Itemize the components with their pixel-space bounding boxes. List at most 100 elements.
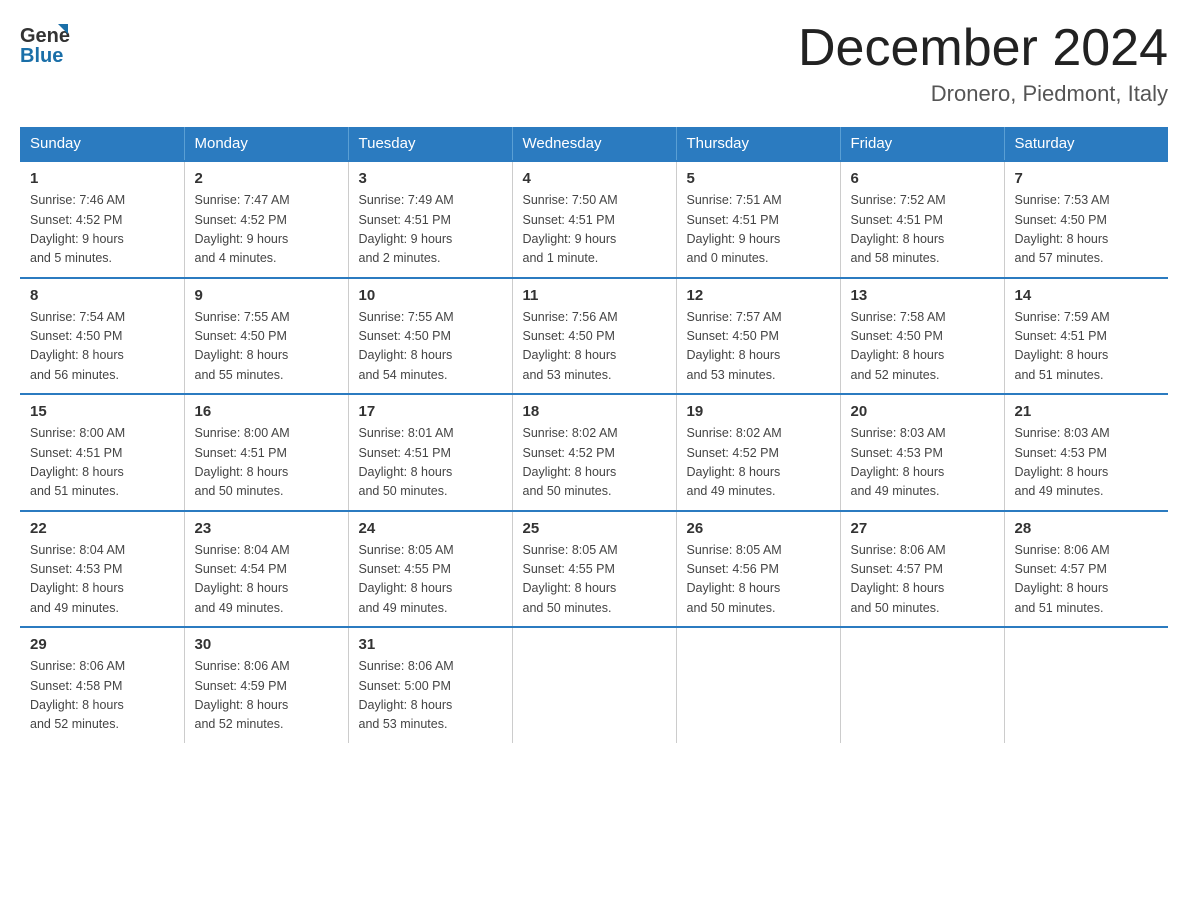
day-info: Sunrise: 8:06 AMSunset: 4:57 PMDaylight:… bbox=[1015, 541, 1159, 619]
day-number: 22 bbox=[30, 520, 174, 537]
day-info: Sunrise: 8:02 AMSunset: 4:52 PMDaylight:… bbox=[687, 424, 830, 502]
page-header: General Blue December 2024 Dronero, Pied… bbox=[20, 20, 1168, 107]
day-number: 27 bbox=[851, 520, 994, 537]
day-number: 7 bbox=[1015, 170, 1159, 187]
day-info: Sunrise: 7:53 AMSunset: 4:50 PMDaylight:… bbox=[1015, 191, 1159, 269]
day-info: Sunrise: 7:49 AMSunset: 4:51 PMDaylight:… bbox=[359, 191, 502, 269]
day-info: Sunrise: 8:02 AMSunset: 4:52 PMDaylight:… bbox=[523, 424, 666, 502]
calendar-cell: 5 Sunrise: 7:51 AMSunset: 4:51 PMDaylight… bbox=[676, 161, 840, 278]
calendar-cell: 13Sunrise: 7:58 AMSunset: 4:50 PMDayligh… bbox=[840, 278, 1004, 395]
calendar-body: 1 Sunrise: 7:46 AMSunset: 4:52 PMDaylight… bbox=[20, 161, 1168, 743]
day-number: 11 bbox=[523, 287, 666, 304]
calendar-cell: 30 Sunrise: 8:06 AMSunset: 4:59 PMDayligh… bbox=[184, 627, 348, 743]
day-info: Sunrise: 7:52 AMSunset: 4:51 PMDaylight:… bbox=[851, 191, 994, 269]
day-number: 25 bbox=[523, 520, 666, 537]
calendar-cell bbox=[512, 627, 676, 743]
day-number: 30 bbox=[195, 636, 338, 653]
calendar-cell: 25 Sunrise: 8:05 AMSunset: 4:55 PMDayligh… bbox=[512, 511, 676, 628]
weekday-header: Tuesday bbox=[348, 127, 512, 161]
day-info: Sunrise: 8:04 AMSunset: 4:54 PMDaylight:… bbox=[195, 541, 338, 619]
calendar-cell: 21Sunrise: 8:03 AMSunset: 4:53 PMDayligh… bbox=[1004, 394, 1168, 511]
calendar-cell: 8 Sunrise: 7:54 AMSunset: 4:50 PMDaylight… bbox=[20, 278, 184, 395]
day-info: Sunrise: 8:06 AMSunset: 4:59 PMDaylight:… bbox=[195, 657, 338, 735]
day-number: 31 bbox=[359, 636, 502, 653]
day-info: Sunrise: 7:50 AMSunset: 4:51 PMDaylight:… bbox=[523, 191, 666, 269]
calendar-cell: 12 Sunrise: 7:57 AMSunset: 4:50 PMDayligh… bbox=[676, 278, 840, 395]
day-number: 21 bbox=[1015, 403, 1159, 420]
calendar-week-row: 8 Sunrise: 7:54 AMSunset: 4:50 PMDaylight… bbox=[20, 278, 1168, 395]
calendar-cell: 23Sunrise: 8:04 AMSunset: 4:54 PMDayligh… bbox=[184, 511, 348, 628]
calendar-cell: 16 Sunrise: 8:00 AMSunset: 4:51 PMDayligh… bbox=[184, 394, 348, 511]
calendar-cell: 2Sunrise: 7:47 AMSunset: 4:52 PMDaylight… bbox=[184, 161, 348, 278]
calendar-cell: 17 Sunrise: 8:01 AMSunset: 4:51 PMDayligh… bbox=[348, 394, 512, 511]
calendar-cell: 1 Sunrise: 7:46 AMSunset: 4:52 PMDaylight… bbox=[20, 161, 184, 278]
calendar-cell: 3Sunrise: 7:49 AMSunset: 4:51 PMDaylight… bbox=[348, 161, 512, 278]
day-number: 6 bbox=[851, 170, 994, 187]
day-number: 18 bbox=[523, 403, 666, 420]
day-info: Sunrise: 8:05 AMSunset: 4:56 PMDaylight:… bbox=[687, 541, 830, 619]
weekday-header: Monday bbox=[184, 127, 348, 161]
day-info: Sunrise: 7:54 AMSunset: 4:50 PMDaylight:… bbox=[30, 308, 174, 386]
day-info: Sunrise: 8:00 AMSunset: 4:51 PMDaylight:… bbox=[195, 424, 338, 502]
calendar-week-row: 15 Sunrise: 8:00 AMSunset: 4:51 PMDayligh… bbox=[20, 394, 1168, 511]
day-number: 2 bbox=[195, 170, 338, 187]
calendar-week-row: 29 Sunrise: 8:06 AMSunset: 4:58 PMDayligh… bbox=[20, 627, 1168, 743]
day-info: Sunrise: 8:04 AMSunset: 4:53 PMDaylight:… bbox=[30, 541, 174, 619]
calendar-cell: 14 Sunrise: 7:59 AMSunset: 4:51 PMDayligh… bbox=[1004, 278, 1168, 395]
day-info: Sunrise: 8:05 AMSunset: 4:55 PMDaylight:… bbox=[523, 541, 666, 619]
calendar-cell: 27 Sunrise: 8:06 AMSunset: 4:57 PMDayligh… bbox=[840, 511, 1004, 628]
weekday-header: Friday bbox=[840, 127, 1004, 161]
day-info: Sunrise: 7:55 AMSunset: 4:50 PMDaylight:… bbox=[195, 308, 338, 386]
day-info: Sunrise: 7:46 AMSunset: 4:52 PMDaylight:… bbox=[30, 191, 174, 269]
day-info: Sunrise: 7:57 AMSunset: 4:50 PMDaylight:… bbox=[687, 308, 830, 386]
calendar-cell: 28Sunrise: 8:06 AMSunset: 4:57 PMDayligh… bbox=[1004, 511, 1168, 628]
weekday-header: Saturday bbox=[1004, 127, 1168, 161]
day-info: Sunrise: 8:06 AMSunset: 5:00 PMDaylight:… bbox=[359, 657, 502, 735]
calendar-cell: 7 Sunrise: 7:53 AMSunset: 4:50 PMDaylight… bbox=[1004, 161, 1168, 278]
day-number: 1 bbox=[30, 170, 174, 187]
calendar-cell: 10Sunrise: 7:55 AMSunset: 4:50 PMDayligh… bbox=[348, 278, 512, 395]
day-info: Sunrise: 8:06 AMSunset: 4:57 PMDaylight:… bbox=[851, 541, 994, 619]
day-info: Sunrise: 7:59 AMSunset: 4:51 PMDaylight:… bbox=[1015, 308, 1159, 386]
logo: General Blue bbox=[20, 20, 70, 65]
day-info: Sunrise: 7:58 AMSunset: 4:50 PMDaylight:… bbox=[851, 308, 994, 386]
day-number: 8 bbox=[30, 287, 174, 304]
calendar-cell: 31 Sunrise: 8:06 AMSunset: 5:00 PMDayligh… bbox=[348, 627, 512, 743]
day-info: Sunrise: 8:01 AMSunset: 4:51 PMDaylight:… bbox=[359, 424, 502, 502]
calendar-cell bbox=[840, 627, 1004, 743]
calendar-cell: 6 Sunrise: 7:52 AMSunset: 4:51 PMDaylight… bbox=[840, 161, 1004, 278]
weekday-header: Thursday bbox=[676, 127, 840, 161]
day-number: 4 bbox=[523, 170, 666, 187]
day-number: 16 bbox=[195, 403, 338, 420]
day-number: 17 bbox=[359, 403, 502, 420]
calendar-cell: 4 Sunrise: 7:50 AMSunset: 4:51 PMDaylight… bbox=[512, 161, 676, 278]
page-subtitle: Dronero, Piedmont, Italy bbox=[798, 81, 1168, 107]
title-block: December 2024 Dronero, Piedmont, Italy bbox=[798, 20, 1168, 107]
day-number: 15 bbox=[30, 403, 174, 420]
day-number: 19 bbox=[687, 403, 830, 420]
calendar-week-row: 1 Sunrise: 7:46 AMSunset: 4:52 PMDaylight… bbox=[20, 161, 1168, 278]
weekday-header: Sunday bbox=[20, 127, 184, 161]
day-info: Sunrise: 8:03 AMSunset: 4:53 PMDaylight:… bbox=[851, 424, 994, 502]
page-title: December 2024 bbox=[798, 20, 1168, 77]
calendar-header: SundayMondayTuesdayWednesdayThursdayFrid… bbox=[20, 127, 1168, 161]
day-number: 12 bbox=[687, 287, 830, 304]
weekday-header: Wednesday bbox=[512, 127, 676, 161]
day-info: Sunrise: 8:06 AMSunset: 4:58 PMDaylight:… bbox=[30, 657, 174, 735]
calendar-cell bbox=[1004, 627, 1168, 743]
day-number: 5 bbox=[687, 170, 830, 187]
day-number: 29 bbox=[30, 636, 174, 653]
svg-text:Blue: Blue bbox=[20, 45, 63, 65]
day-info: Sunrise: 7:51 AMSunset: 4:51 PMDaylight:… bbox=[687, 191, 830, 269]
calendar-week-row: 22 Sunrise: 8:04 AMSunset: 4:53 PMDayligh… bbox=[20, 511, 1168, 628]
calendar-cell bbox=[676, 627, 840, 743]
day-number: 14 bbox=[1015, 287, 1159, 304]
day-info: Sunrise: 7:56 AMSunset: 4:50 PMDaylight:… bbox=[523, 308, 666, 386]
day-info: Sunrise: 7:55 AMSunset: 4:50 PMDaylight:… bbox=[359, 308, 502, 386]
day-number: 24 bbox=[359, 520, 502, 537]
calendar-cell: 24Sunrise: 8:05 AMSunset: 4:55 PMDayligh… bbox=[348, 511, 512, 628]
calendar-cell: 9Sunrise: 7:55 AMSunset: 4:50 PMDaylight… bbox=[184, 278, 348, 395]
calendar-cell: 29 Sunrise: 8:06 AMSunset: 4:58 PMDayligh… bbox=[20, 627, 184, 743]
calendar-cell: 15Sunrise: 8:00 AMSunset: 4:51 PMDayligh… bbox=[20, 394, 184, 511]
calendar-cell: 11 Sunrise: 7:56 AMSunset: 4:50 PMDayligh… bbox=[512, 278, 676, 395]
